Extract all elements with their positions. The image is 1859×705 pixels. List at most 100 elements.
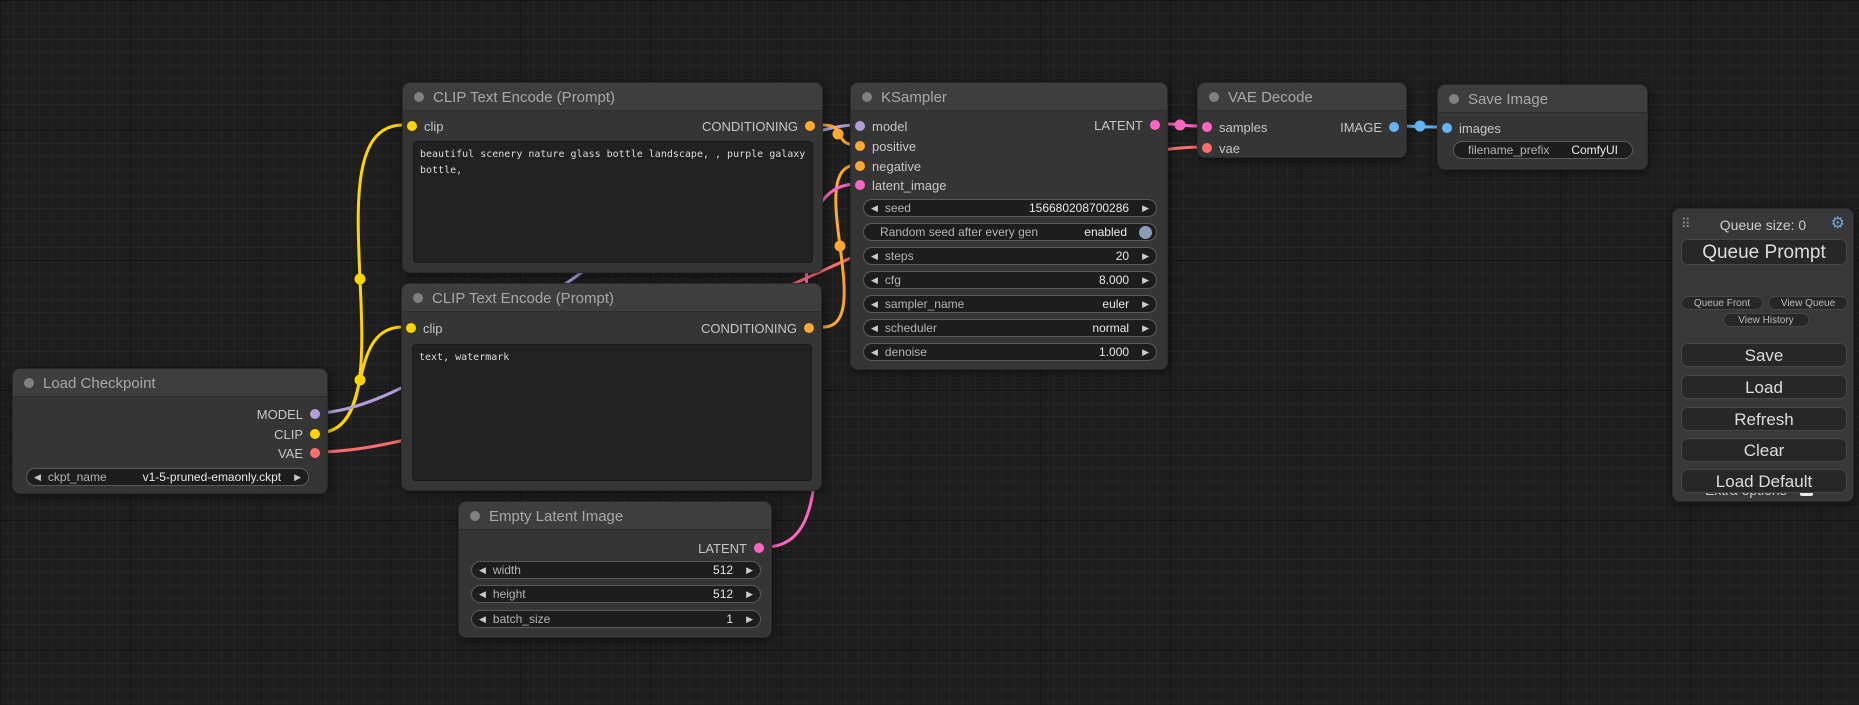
view-queue-button[interactable]: View Queue — [1768, 296, 1848, 310]
output-slot-image[interactable]: IMAGE — [1198, 117, 1406, 137]
output-slot-conditioning[interactable]: CONDITIONING — [402, 318, 821, 338]
seed-widget[interactable]: ◀ seed 156680208700286 ▶ — [863, 199, 1157, 217]
input-slot-latent-image[interactable]: latent_image — [851, 175, 1167, 195]
positive-prompt-textarea[interactable]: beautiful scenery nature glass bottle la… — [413, 141, 813, 263]
input-slot-positive[interactable]: positive — [851, 136, 1167, 156]
latent-port-icon[interactable] — [1150, 120, 1160, 130]
vae-port-icon[interactable] — [310, 448, 320, 458]
node-load-checkpoint[interactable]: Load Checkpoint MODEL CLIP VAE ◀ ckpt_na… — [12, 368, 328, 494]
conditioning-port-icon[interactable] — [855, 141, 865, 151]
filename-prefix-widget[interactable]: filename_prefix ComfyUI — [1453, 141, 1633, 159]
output-slot-conditioning[interactable]: CONDITIONING — [403, 116, 822, 136]
node-title-bar[interactable]: CLIP Text Encode (Prompt) — [403, 83, 822, 111]
toggle-on-icon[interactable] — [1139, 226, 1152, 239]
vae-port-icon[interactable] — [1202, 143, 1212, 153]
decrement-icon[interactable]: ◀ — [27, 468, 48, 486]
negative-prompt-textarea[interactable]: text, watermark — [412, 344, 812, 481]
output-slot-vae[interactable]: VAE — [13, 443, 327, 463]
node-title-bar[interactable]: Load Checkpoint — [13, 369, 327, 397]
decrement-icon[interactable]: ◀ — [864, 295, 885, 313]
node-title-bar[interactable]: Empty Latent Image — [459, 502, 771, 530]
image-port-icon[interactable] — [1389, 122, 1399, 132]
view-history-button[interactable]: View History — [1723, 313, 1809, 327]
increment-icon[interactable]: ▶ — [1135, 199, 1156, 217]
decrement-icon[interactable]: ◀ — [864, 343, 885, 361]
collapse-dot-icon[interactable] — [470, 511, 480, 521]
increment-icon[interactable]: ▶ — [1135, 343, 1156, 361]
clip-port-icon[interactable] — [310, 429, 320, 439]
node-title-bar[interactable]: KSampler — [851, 83, 1167, 111]
input-slot-images[interactable]: images — [1438, 118, 1647, 138]
queue-prompt-button[interactable]: Queue Prompt — [1681, 239, 1847, 265]
ckpt-name-widget[interactable]: ◀ ckpt_name v1-5-pruned-emaonly.ckpt ▶ — [26, 468, 309, 486]
output-slot-model[interactable]: MODEL — [13, 404, 327, 424]
increment-icon[interactable]: ▶ — [739, 610, 760, 628]
widget-value: 1.000 — [1099, 345, 1135, 359]
random-seed-toggle-widget[interactable]: Random seed after every gen enabled — [863, 223, 1157, 241]
increment-icon[interactable]: ▶ — [1135, 247, 1156, 265]
widget-label: filename_prefix — [1468, 143, 1549, 157]
load-button[interactable]: Load — [1681, 375, 1847, 399]
collapse-dot-icon[interactable] — [1209, 92, 1219, 102]
decrement-icon[interactable]: ◀ — [472, 585, 493, 603]
decrement-icon[interactable]: ◀ — [472, 561, 493, 579]
node-ksampler[interactable]: KSampler model positive negative latent_… — [850, 82, 1168, 370]
collapse-dot-icon[interactable] — [414, 92, 424, 102]
increment-icon[interactable]: ▶ — [1135, 319, 1156, 337]
load-default-button[interactable]: Load Default — [1681, 469, 1847, 493]
collapse-dot-icon[interactable] — [862, 92, 872, 102]
decrement-icon[interactable]: ◀ — [472, 610, 493, 628]
collapse-dot-icon[interactable] — [1449, 94, 1459, 104]
node-clip-text-encode-negative[interactable]: CLIP Text Encode (Prompt) clip CONDITION… — [401, 283, 822, 491]
decrement-icon[interactable]: ◀ — [864, 247, 885, 265]
clear-button[interactable]: Clear — [1681, 438, 1847, 462]
queue-front-button[interactable]: Queue Front — [1681, 296, 1763, 310]
sampler-name-widget[interactable]: ◀ sampler_name euler ▶ — [863, 295, 1157, 313]
conditioning-port-icon[interactable] — [805, 121, 815, 131]
image-port-icon[interactable] — [1442, 123, 1452, 133]
width-widget[interactable]: ◀ width 512 ▶ — [471, 561, 761, 579]
collapse-dot-icon[interactable] — [24, 378, 34, 388]
model-port-icon[interactable] — [310, 409, 320, 419]
node-title: CLIP Text Encode (Prompt) — [433, 89, 615, 106]
widget-label: height — [493, 587, 526, 601]
refresh-button[interactable]: Refresh — [1681, 407, 1847, 431]
increment-icon[interactable]: ▶ — [739, 561, 760, 579]
height-widget[interactable]: ◀ height 512 ▶ — [471, 585, 761, 603]
conditioning-port-icon[interactable] — [804, 323, 814, 333]
node-title-bar[interactable]: Save Image — [1438, 85, 1647, 113]
node-title-bar[interactable]: VAE Decode — [1198, 83, 1406, 111]
link-midpoint-dot — [355, 274, 366, 285]
decrement-icon[interactable]: ◀ — [864, 271, 885, 289]
widget-label: batch_size — [493, 612, 550, 626]
steps-widget[interactable]: ◀ steps 20 ▶ — [863, 247, 1157, 265]
gear-icon[interactable]: ⚙ — [1831, 215, 1845, 233]
node-vae-decode[interactable]: VAE Decode samples vae IMAGE — [1197, 82, 1407, 158]
input-slot-negative[interactable]: negative — [851, 156, 1167, 176]
output-slot-clip[interactable]: CLIP — [13, 424, 327, 444]
collapse-dot-icon[interactable] — [413, 293, 423, 303]
decrement-icon[interactable]: ◀ — [864, 199, 885, 217]
increment-icon[interactable]: ▶ — [1135, 271, 1156, 289]
decrement-icon[interactable]: ◀ — [864, 319, 885, 337]
cfg-widget[interactable]: ◀ cfg 8.000 ▶ — [863, 271, 1157, 289]
scheduler-widget[interactable]: ◀ scheduler normal ▶ — [863, 319, 1157, 337]
latent-port-icon[interactable] — [855, 180, 865, 190]
batch-size-widget[interactable]: ◀ batch_size 1 ▶ — [471, 610, 761, 628]
node-clip-text-encode-positive[interactable]: CLIP Text Encode (Prompt) clip CONDITION… — [402, 82, 823, 273]
node-title-bar[interactable]: CLIP Text Encode (Prompt) — [402, 284, 821, 312]
output-slot-latent[interactable]: LATENT — [851, 115, 1167, 135]
slot-label: LATENT — [698, 541, 747, 556]
queue-panel: ⠿ Queue size: 0 ⚙ Queue Prompt Extra opt… — [1672, 208, 1854, 502]
conditioning-port-icon[interactable] — [855, 161, 865, 171]
denoise-widget[interactable]: ◀ denoise 1.000 ▶ — [863, 343, 1157, 361]
increment-icon[interactable]: ▶ — [287, 468, 308, 486]
increment-icon[interactable]: ▶ — [1135, 295, 1156, 313]
latent-port-icon[interactable] — [754, 543, 764, 553]
input-slot-vae[interactable]: vae — [1198, 138, 1406, 158]
output-slot-latent[interactable]: LATENT — [459, 538, 771, 558]
node-save-image[interactable]: Save Image images filename_prefix ComfyU… — [1437, 84, 1648, 170]
node-empty-latent-image[interactable]: Empty Latent Image LATENT ◀ width 512 ▶ … — [458, 501, 772, 638]
save-button[interactable]: Save — [1681, 343, 1847, 367]
increment-icon[interactable]: ▶ — [739, 585, 760, 603]
